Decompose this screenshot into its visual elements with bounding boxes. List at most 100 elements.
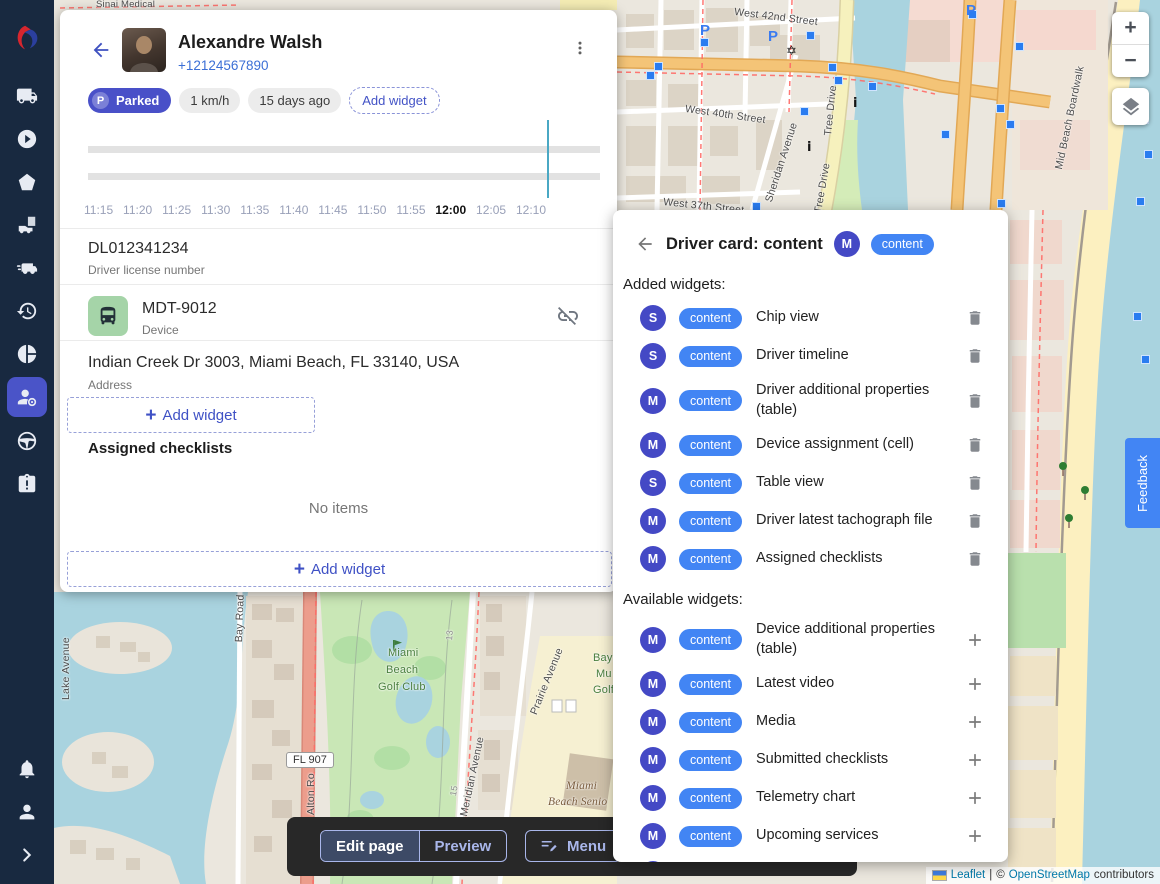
plus-icon: + xyxy=(145,404,157,426)
bus-device-icon xyxy=(88,296,128,336)
widget-label: Driver additional properties (table) xyxy=(756,382,930,418)
sidebar-expand-button[interactable] xyxy=(0,833,54,876)
widget-content-tag: content xyxy=(679,307,743,329)
add-widget-row-button[interactable] xyxy=(964,825,986,847)
panel-header: Driver card: content M content xyxy=(635,231,988,257)
add-widget-row-button[interactable] xyxy=(964,711,986,733)
trash-icon xyxy=(969,349,981,363)
widget-row: S content Table view xyxy=(640,470,986,497)
sidebar-item-account[interactable] xyxy=(0,790,54,833)
edit-list-icon xyxy=(541,840,557,851)
map-zoom-control: + − xyxy=(1112,12,1149,77)
widget-label: Submitted checklists xyxy=(756,751,889,768)
sidebar-item-driving[interactable] xyxy=(0,419,54,462)
back-icon[interactable] xyxy=(90,39,112,61)
added-widgets-list: S content Chip view S content Driver tim… xyxy=(640,305,986,573)
widget-size-badge: M xyxy=(640,671,666,698)
widget-label: Table view xyxy=(756,474,824,491)
timeline-tick: 11:25 xyxy=(162,203,192,217)
widget-row: M content Media xyxy=(640,709,986,736)
sidebar-item-logistics[interactable] xyxy=(0,203,54,246)
unlink-icon xyxy=(558,307,578,325)
parking-icon: P xyxy=(92,92,109,109)
widget-row: M content Device additional properties (… xyxy=(640,620,986,659)
widget-label: Media xyxy=(756,713,796,730)
sidebar-item-geofences[interactable] xyxy=(0,160,54,203)
kebab-menu-icon xyxy=(578,41,582,55)
pie-chart-icon xyxy=(17,344,37,363)
add-widget-button-bottom[interactable]: + Add widget xyxy=(67,551,612,587)
delete-widget-button[interactable] xyxy=(964,472,986,494)
timeline-tick: 11:20 xyxy=(123,203,153,217)
widget-label: Upcoming services xyxy=(756,827,879,844)
delete-widget-button[interactable] xyxy=(964,345,986,367)
status-chip-row: P Parked 1 km/h 15 days ago Add widget xyxy=(88,87,440,114)
menu-button[interactable]: Menu xyxy=(525,830,622,862)
delete-widget-button[interactable] xyxy=(964,390,986,412)
sidebar-item-fleet[interactable] xyxy=(0,74,54,117)
sidebar-item-reports[interactable] xyxy=(0,332,54,375)
timeline-tick: 11:50 xyxy=(357,203,387,217)
address-value: Indian Creek Dr 3003, Miami Beach, FL 33… xyxy=(88,354,460,371)
sidebar-item-history[interactable] xyxy=(0,289,54,332)
add-widget-row-button[interactable] xyxy=(964,673,986,695)
map-attribution: Leaflet | © OpenStreetMap contributors xyxy=(925,867,1160,884)
leaflet-link[interactable]: Leaflet xyxy=(951,869,986,881)
widget-size-badge: M xyxy=(640,785,666,812)
back-icon[interactable] xyxy=(635,234,655,254)
add-widget-row-button[interactable] xyxy=(964,749,986,771)
osm-link[interactable]: OpenStreetMap xyxy=(1009,869,1090,881)
plus-icon: + xyxy=(293,558,305,580)
widget-size-badge: M xyxy=(640,747,666,774)
widget-row: S content Chip view xyxy=(640,305,986,331)
delete-widget-button[interactable] xyxy=(964,434,986,456)
feedback-button[interactable]: Feedback xyxy=(1125,438,1160,528)
add-widget-row-button[interactable] xyxy=(964,629,986,651)
sidebar-item-delivery[interactable] xyxy=(0,246,54,289)
zoom-out-button[interactable]: − xyxy=(1112,44,1149,77)
map-layers-button[interactable] xyxy=(1112,88,1149,125)
status-chip-parked[interactable]: P Parked xyxy=(88,88,172,113)
delete-widget-button[interactable] xyxy=(964,548,986,570)
app-logo[interactable] xyxy=(9,20,45,56)
license-label: Driver license number xyxy=(88,263,205,277)
widget-size-badge: S xyxy=(640,305,666,331)
add-widget-chip[interactable]: Add widget xyxy=(349,87,440,114)
edit-page-button[interactable]: Edit page xyxy=(321,831,420,861)
card-content-tag: content xyxy=(870,233,934,255)
trash-icon xyxy=(969,514,981,528)
widget-content-tag: content xyxy=(679,629,743,651)
plus-icon xyxy=(969,716,981,729)
trash-icon xyxy=(969,438,981,452)
add-widget-row-button[interactable] xyxy=(964,787,986,809)
trash-icon xyxy=(969,393,981,408)
speed-chip: 1 km/h xyxy=(179,88,241,113)
preview-button[interactable]: Preview xyxy=(420,831,507,861)
plus-icon xyxy=(969,830,981,843)
sidebar-item-notifications[interactable] xyxy=(0,747,54,790)
history-icon xyxy=(16,302,37,319)
driver-phone-link[interactable]: +12124567890 xyxy=(178,58,268,73)
delete-widget-button[interactable] xyxy=(964,510,986,532)
widget-content-tag: content xyxy=(679,548,743,570)
unlink-device-button[interactable] xyxy=(556,304,582,330)
more-options-button[interactable] xyxy=(568,36,592,60)
sidebar-item-tracks[interactable] xyxy=(0,117,54,160)
sidebar-item-tasks[interactable] xyxy=(0,462,54,505)
card-size-badge: M xyxy=(833,231,860,257)
widget-row: M content Latest video xyxy=(640,671,986,698)
available-widgets-heading: Available widgets: xyxy=(623,591,743,609)
widget-content-tag: content xyxy=(679,510,743,532)
zoom-in-button[interactable]: + xyxy=(1112,12,1149,44)
widget-content-tag: content xyxy=(679,673,743,695)
timeline-tick: 11:45 xyxy=(318,203,348,217)
widget-content-tag: content xyxy=(679,472,743,494)
sidebar-item-drivers[interactable] xyxy=(7,377,47,417)
widget-size-badge: M xyxy=(640,546,666,573)
add-widget-button-top[interactable]: + Add widget xyxy=(67,397,315,433)
timeline-tick: 11:35 xyxy=(240,203,270,217)
trash-icon xyxy=(969,311,981,325)
plus-icon xyxy=(969,754,981,767)
delete-widget-button[interactable] xyxy=(964,307,986,329)
widget-content-tag: content xyxy=(679,825,743,847)
